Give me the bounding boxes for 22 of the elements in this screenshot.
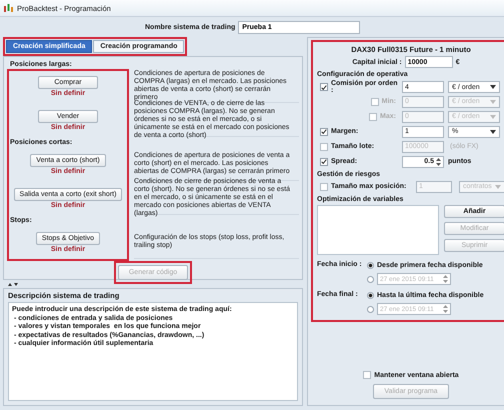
dropdown-arrow-icon [490,130,496,134]
checkbox[interactable] [320,83,328,91]
radio-button[interactable] [367,306,374,312]
checkbox[interactable] [320,142,328,150]
radio-button[interactable] [367,292,374,298]
dropdown-arrow-icon [490,100,496,104]
dropdown-arrow-icon [490,114,496,118]
chart-icon [3,3,14,13]
spinner-arrows-icon[interactable] [436,158,441,166]
checkbox[interactable] [363,371,372,379]
collapse-arrows-icon[interactable] [8,282,18,286]
checkbox[interactable] [320,158,328,166]
checkbox[interactable] [320,182,328,190]
radio-button[interactable] [367,262,374,268]
dropdown-arrow-icon [490,85,496,89]
text-area[interactable] [8,302,298,401]
checkbox[interactable] [369,112,378,120]
checkbox[interactable] [370,98,379,106]
checkbox[interactable] [320,128,328,136]
radio-button[interactable] [367,276,374,282]
variables-list[interactable] [317,205,439,255]
dropdown-arrow-icon [495,184,501,188]
